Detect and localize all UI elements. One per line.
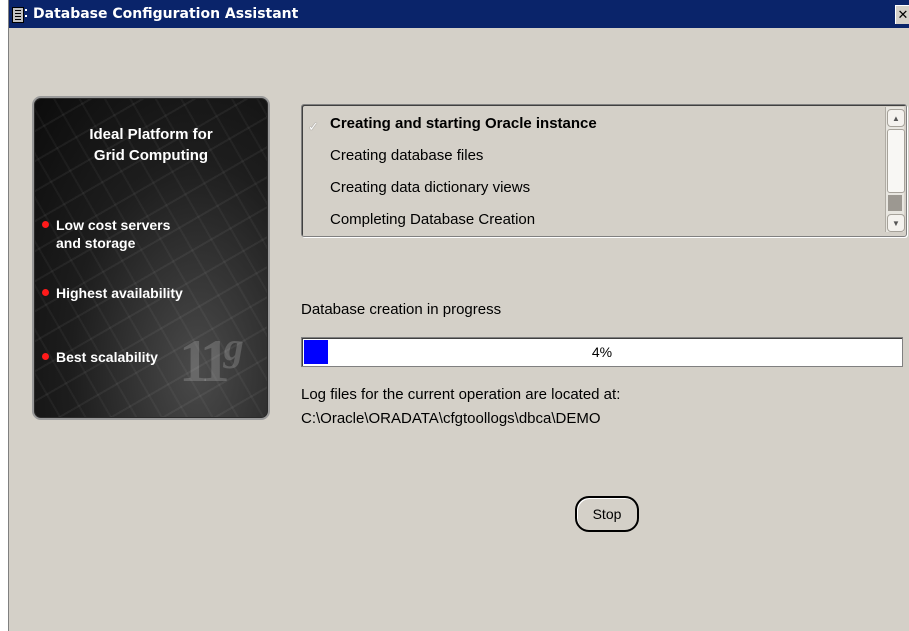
step-item: Creating data dictionary views — [330, 179, 531, 196]
bullet-text: Highest availability — [56, 285, 183, 301]
bullet-text: Low cost servers — [56, 217, 171, 233]
check-icon: ✓ — [308, 119, 319, 134]
step-item: Creating and starting Oracle instance — [330, 115, 597, 132]
scroll-up-button[interactable]: ▲ — [887, 109, 905, 127]
promo-panel: Ideal Platform for Grid Computing Low co… — [32, 96, 270, 420]
progress-bar: 4% — [301, 337, 903, 367]
logo-sup: g — [223, 324, 244, 369]
close-button[interactable]: ✕ — [895, 5, 909, 24]
scrollbar-thumb[interactable] — [887, 129, 905, 193]
promo-title: Ideal Platform for Grid Computing — [34, 124, 268, 166]
log-location-path: C:\Oracle\ORADATA\cfgtoollogs\dbca\DEMO — [301, 410, 601, 427]
step-list: ✓ Creating and starting Oracle instance … — [301, 104, 907, 237]
logo-main: 11 — [179, 328, 230, 394]
dbca-window: Database Configuration Assistant ✕ Ideal… — [8, 0, 909, 631]
progress-percent: 4% — [591, 344, 613, 360]
close-icon: ✕ — [897, 7, 909, 23]
bullet-text: Best scalability — [56, 349, 158, 365]
oracle-11g-logo: 11g — [179, 323, 244, 396]
bullet-dot-icon — [42, 289, 49, 296]
promo-bullet: Highest availability — [42, 284, 183, 302]
bullet-text: and storage — [56, 235, 136, 251]
stop-button[interactable]: Stop — [575, 496, 639, 532]
scroll-down-button[interactable]: ▼ — [887, 214, 905, 232]
log-location-label: Log files for the current operation are … — [301, 386, 621, 403]
promo-bullet: Best scalability — [42, 348, 158, 366]
promo-title-line1: Ideal Platform for — [89, 126, 213, 143]
bullet-dot-icon — [42, 353, 49, 360]
title-bar[interactable]: Database Configuration Assistant ✕ — [9, 0, 909, 28]
app-icon — [11, 4, 29, 24]
promo-title-line2: Grid Computing — [93, 147, 209, 164]
bullet-dot-icon — [42, 221, 49, 228]
step-item: Completing Database Creation — [330, 211, 536, 228]
step-item: Creating database files — [330, 147, 484, 164]
step-list-scrollbar[interactable]: ▲ ▼ — [885, 107, 905, 232]
progress-status-label: Database creation in progress — [301, 301, 502, 318]
scrollbar-track[interactable] — [888, 195, 902, 211]
window-title: Database Configuration Assistant — [33, 6, 299, 22]
promo-bullet: Low cost servers and storage — [42, 216, 171, 252]
